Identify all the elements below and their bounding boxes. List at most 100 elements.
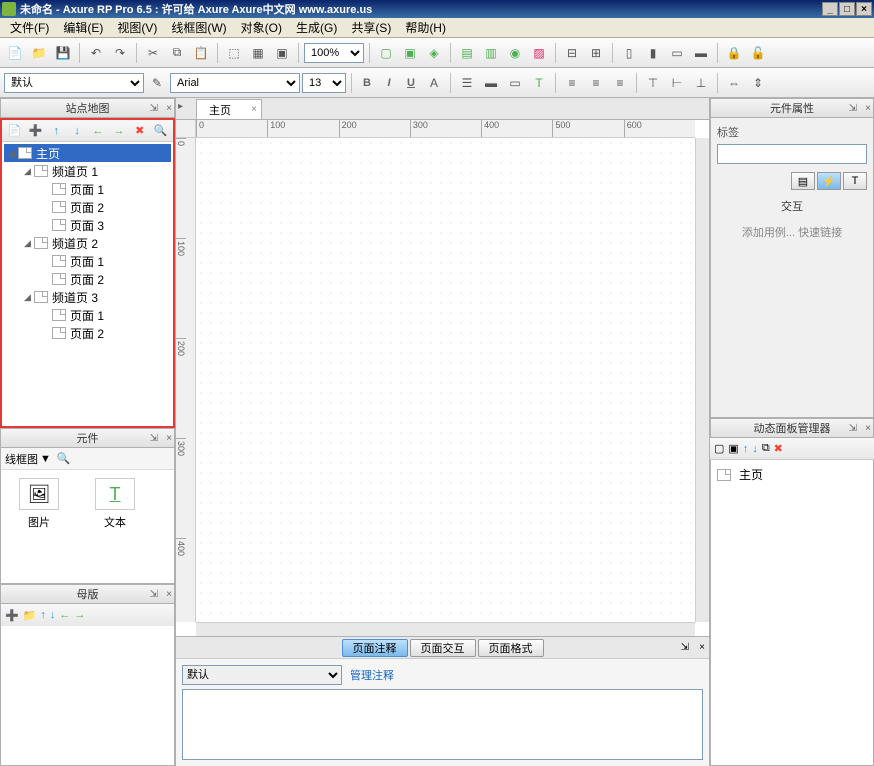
tool-3-icon[interactable]: ◈	[423, 42, 445, 64]
tree-channel-1[interactable]: ◢频道页 1	[4, 162, 171, 180]
tree-page[interactable]: 页面 1	[4, 306, 171, 324]
indent-icon[interactable]: →	[74, 609, 85, 621]
move-up-icon[interactable]: ↑	[48, 122, 65, 140]
italic-button[interactable]: I	[379, 77, 399, 89]
add-folder-icon[interactable]: ➕	[27, 122, 44, 140]
dist-h-icon[interactable]: ⇔	[723, 72, 745, 94]
close-icon[interactable]: ×	[251, 104, 257, 115]
undo-icon[interactable]: ↶	[85, 42, 107, 64]
panel-close-icon[interactable]: ×	[865, 423, 871, 434]
add-page-icon[interactable]: 📄	[6, 122, 23, 140]
cut-icon[interactable]: ✂	[142, 42, 164, 64]
valign-bot-icon[interactable]: ⊥	[690, 72, 712, 94]
indent-icon[interactable]: →	[110, 122, 127, 140]
pin-icon[interactable]: ⇲	[150, 103, 158, 114]
canvas[interactable]	[196, 138, 695, 622]
minimize-button[interactable]: _	[822, 2, 838, 16]
menu-file[interactable]: 文件(F)	[4, 17, 55, 38]
delete-page-icon[interactable]: ✖	[131, 122, 148, 140]
scrollbar-horizontal[interactable]	[196, 622, 695, 636]
tree-channel-3[interactable]: ◢频道页 3	[4, 288, 171, 306]
align-right-icon[interactable]: ≡	[609, 72, 631, 94]
dp-btn-1-icon[interactable]: ▢	[714, 442, 724, 455]
panel-close-icon[interactable]: ×	[166, 103, 172, 114]
redo-icon[interactable]: ↷	[109, 42, 131, 64]
notes-textarea[interactable]	[182, 689, 703, 760]
add-case-link[interactable]: 添加用例...	[742, 227, 795, 239]
menu-wireframe[interactable]: 线框图(W)	[165, 17, 232, 38]
fontsize-combo[interactable]: 13	[302, 73, 346, 93]
note-type-select[interactable]: 默认	[182, 665, 342, 685]
outdent-icon[interactable]: ←	[59, 609, 70, 621]
text-icon[interactable]: T	[528, 72, 550, 94]
tree-channel-2[interactable]: ◢频道页 2	[4, 234, 171, 252]
align-1-icon[interactable]: ⊟	[561, 42, 583, 64]
props-tab-interactions-icon[interactable]: ⚡	[817, 172, 841, 190]
pin-icon[interactable]: ⇲	[849, 423, 857, 434]
fillcolor-icon[interactable]: ▬	[480, 72, 502, 94]
zoom-combo[interactable]: 100%	[304, 43, 364, 63]
linecolor-icon[interactable]: ▭	[504, 72, 526, 94]
tool-1-icon[interactable]: ▢	[375, 42, 397, 64]
select-icon[interactable]: ⬚	[223, 42, 245, 64]
move-down-icon[interactable]: ↓	[50, 609, 56, 621]
tree-page[interactable]: 页面 2	[4, 270, 171, 288]
unlock-icon[interactable]: 🔓	[747, 42, 769, 64]
tab-home[interactable]: 主页 ×	[196, 99, 262, 119]
add-folder-icon[interactable]: 📁	[23, 609, 37, 622]
new-icon[interactable]: 📄	[4, 42, 26, 64]
maximize-button[interactable]: □	[839, 2, 855, 16]
order-4-icon[interactable]: ▬	[690, 42, 712, 64]
menu-edit[interactable]: 编辑(E)	[57, 17, 109, 38]
style-edit-icon[interactable]: ✎	[146, 72, 168, 94]
bold-button[interactable]: B	[357, 77, 377, 89]
tab-page-interactions[interactable]: 页面交互	[410, 639, 476, 657]
scrollbar-vertical[interactable]	[695, 138, 709, 622]
align-center-icon[interactable]: ≡	[585, 72, 607, 94]
selectall-icon[interactable]: ▦	[247, 42, 269, 64]
search-icon[interactable]: 🔍	[57, 452, 71, 465]
pin-icon[interactable]: ⇲	[150, 433, 158, 444]
copy-icon[interactable]: ⧉	[166, 42, 188, 64]
tool-7-icon[interactable]: ▨	[528, 42, 550, 64]
valign-mid-icon[interactable]: ⊢	[666, 72, 688, 94]
delete-icon[interactable]: ✖	[774, 442, 783, 455]
bullets-icon[interactable]: ☰	[456, 72, 478, 94]
pin-icon[interactable]: ⇲	[849, 103, 857, 114]
order-2-icon[interactable]: ▮	[642, 42, 664, 64]
group-icon[interactable]: ▣	[271, 42, 293, 64]
save-icon[interactable]: 💾	[52, 42, 74, 64]
panel-close-icon[interactable]: ×	[699, 642, 705, 653]
move-down-icon[interactable]: ↓	[69, 122, 86, 140]
manage-notes-link[interactable]: 管理注释	[350, 667, 394, 683]
open-icon[interactable]: 📁	[28, 42, 50, 64]
widget-image[interactable]: 🖼 图片	[9, 478, 69, 575]
order-3-icon[interactable]: ▭	[666, 42, 688, 64]
props-tab-notes-icon[interactable]: ▤	[791, 172, 815, 190]
label-input[interactable]	[717, 144, 867, 164]
tree-page[interactable]: 页面 1	[4, 252, 171, 270]
menu-object[interactable]: 对象(O)	[235, 17, 288, 38]
move-up-icon[interactable]: ↑	[40, 609, 46, 621]
tree-page[interactable]: 页面 1	[4, 180, 171, 198]
menu-view[interactable]: 视图(V)	[111, 17, 163, 38]
panel-close-icon[interactable]: ×	[166, 433, 172, 444]
props-tab-format-icon[interactable]: T	[843, 172, 867, 190]
dp-btn-5-icon[interactable]: ⧉	[762, 442, 770, 455]
tree-page[interactable]: 页面 2	[4, 324, 171, 342]
widgets-lib-label[interactable]: 线框图	[5, 451, 38, 467]
align-left-icon[interactable]: ≡	[561, 72, 583, 94]
tab-page-format[interactable]: 页面格式	[478, 639, 544, 657]
tool-2-icon[interactable]: ▣	[399, 42, 421, 64]
pin-icon[interactable]: ⇲	[150, 589, 158, 600]
dp-btn-2-icon[interactable]: ▣	[728, 442, 738, 455]
tool-5-icon[interactable]: ▥	[480, 42, 502, 64]
quick-link[interactable]: 快速链接	[798, 227, 842, 239]
tab-page-notes[interactable]: 页面注释	[342, 639, 408, 657]
valign-top-icon[interactable]: ⊤	[642, 72, 664, 94]
tool-4-icon[interactable]: ▤	[456, 42, 478, 64]
panel-close-icon[interactable]: ×	[166, 589, 172, 600]
search-icon[interactable]: 🔍	[152, 122, 169, 140]
paste-icon[interactable]: 📋	[190, 42, 212, 64]
menu-generate[interactable]: 生成(G)	[290, 17, 343, 38]
